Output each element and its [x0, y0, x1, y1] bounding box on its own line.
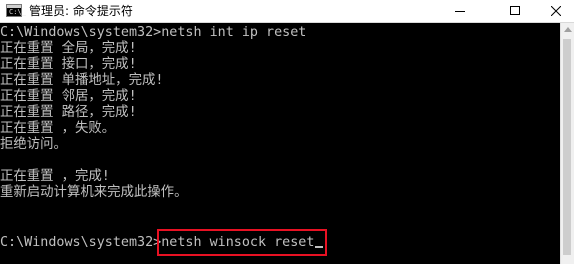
minimize-button[interactable]	[437, 0, 483, 22]
title-bar[interactable]: C:\_ 管理员: 命令提示符	[0, 0, 574, 23]
console-line-3: 正在重置 接口，完成!	[0, 57, 137, 72]
vertical-scrollbar[interactable]	[560, 23, 574, 264]
console-line-2: 正在重置 全局，完成!	[0, 41, 137, 56]
maximize-icon	[510, 6, 520, 15]
cmd-icon-glyph: C:\_	[9, 8, 26, 16]
console-line-10: 正在重置 ，完成!	[0, 169, 110, 184]
console-line-5: 正在重置 邻居，完成!	[0, 89, 137, 104]
scroll-up-arrow-icon[interactable]	[564, 27, 572, 32]
minimize-icon	[455, 11, 465, 12]
console-line-1: C:\Windows\system32>netsh int ip reset	[0, 25, 307, 40]
window-title: 管理员: 命令提示符	[29, 4, 133, 18]
command-highlight-box	[157, 229, 327, 256]
command-prompt-window: C:\_ 管理员: 命令提示符 C:\Windows\system32>nets…	[0, 0, 574, 264]
console-line-6: 正在重置 路径，完成!	[0, 105, 137, 120]
close-button[interactable]	[538, 0, 574, 22]
console-line-7: 正在重置 ，失败。	[0, 121, 116, 136]
console-line-8: 拒绝访问。	[0, 137, 67, 152]
scroll-thumb[interactable]	[563, 39, 571, 255]
close-icon	[551, 6, 561, 16]
console-output[interactable]: C:\Windows\system32>netsh int ip reset 正…	[0, 23, 560, 264]
console-line-4: 正在重置 单播地址，完成!	[0, 73, 164, 88]
console-line-11: 重新启动计算机来完成此操作。	[0, 185, 188, 200]
cmd-app-icon[interactable]: C:\_	[6, 4, 26, 17]
maximize-button[interactable]	[492, 0, 538, 22]
